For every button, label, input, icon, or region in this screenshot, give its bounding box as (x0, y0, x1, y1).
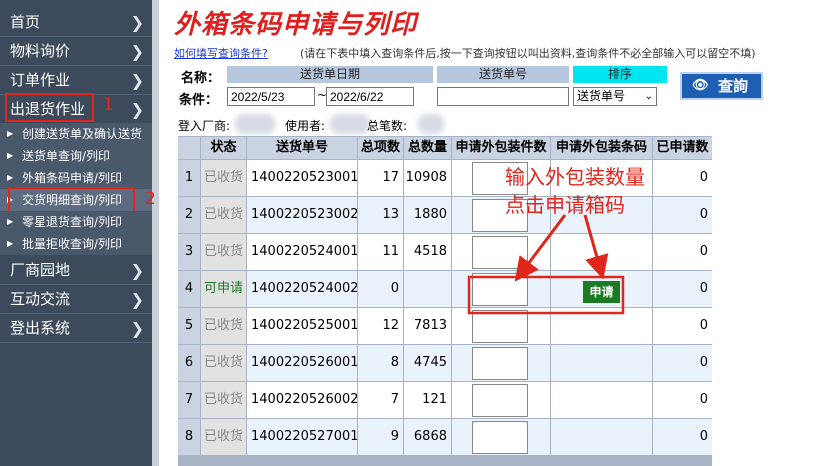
highlight-box-row-4 (467, 275, 625, 315)
arrow-to-input (514, 214, 567, 282)
annotation-arrows (467, 214, 625, 315)
arrow-to-apply (583, 214, 609, 280)
